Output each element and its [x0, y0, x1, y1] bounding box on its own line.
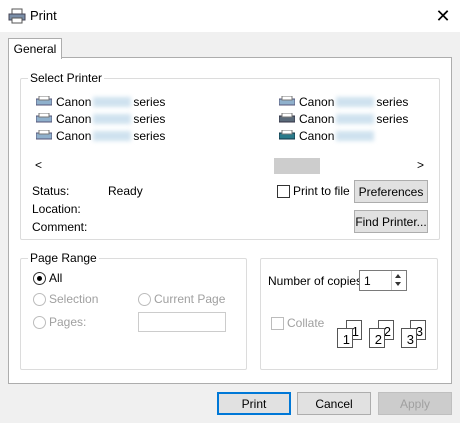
cancel-button[interactable]: Cancel — [297, 392, 371, 415]
print-to-file-label: Print to file — [293, 184, 350, 198]
printer-icon — [279, 130, 295, 140]
printer-name-suffix: series — [376, 95, 409, 109]
title-bar — [0, 0, 460, 32]
chevron-down-icon[interactable] — [395, 282, 401, 286]
chevron-up-icon[interactable] — [395, 274, 401, 278]
find-printer-button[interactable]: Find Printer... — [354, 210, 428, 233]
comment-label: Comment: — [32, 220, 88, 234]
apply-button[interactable]: Apply — [378, 392, 452, 415]
redacted-model — [93, 97, 132, 107]
printer-name-prefix: Canon — [56, 112, 92, 126]
close-button[interactable]: ✕ — [426, 0, 460, 32]
scroll-right-button[interactable]: > — [417, 158, 424, 172]
list-item[interactable]: Canon series — [279, 94, 408, 110]
preferences-button[interactable]: Preferences — [354, 180, 428, 203]
status-value: Ready — [108, 184, 143, 198]
printer-name-prefix: Canon — [56, 95, 92, 109]
scroll-left-button[interactable]: < — [35, 158, 42, 172]
stepper-buttons[interactable] — [391, 271, 406, 290]
selection-label: Selection — [49, 292, 99, 306]
all-label: All — [49, 271, 63, 285]
copies-value: 1 — [364, 274, 371, 288]
status-label: Status: — [32, 184, 70, 198]
collate-page-icon: 1 — [337, 328, 353, 348]
printer-icon — [279, 113, 295, 123]
print-button[interactable]: Print — [217, 392, 291, 415]
printer-icon — [279, 96, 295, 106]
pages-radio[interactable] — [33, 316, 46, 329]
collate-label: Collate — [287, 316, 325, 330]
printer-name-prefix: Canon — [299, 129, 335, 143]
scrollbar-thumb[interactable] — [274, 158, 320, 174]
pages-label: Pages: — [49, 315, 87, 329]
printer-name-suffix: series — [133, 129, 166, 143]
printer-icon — [36, 96, 52, 106]
location-label: Location: — [32, 202, 81, 216]
redacted-model — [93, 131, 132, 141]
redacted-model — [336, 114, 375, 124]
print-to-file-checkbox[interactable] — [277, 185, 290, 198]
printer-icon — [36, 113, 52, 123]
list-item[interactable]: Canon — [279, 128, 376, 144]
printer-name-prefix: Canon — [299, 112, 335, 126]
printer-name-suffix: series — [133, 112, 166, 126]
redacted-model — [93, 114, 132, 124]
window-title: Print — [30, 8, 57, 23]
list-item[interactable]: Canon series — [279, 111, 408, 127]
redacted-model — [336, 131, 375, 141]
select-printer-legend: Select Printer — [28, 71, 105, 85]
current-page-label: Current Page — [154, 292, 226, 306]
list-item[interactable]: Canon series — [36, 128, 165, 144]
printer-name-suffix: series — [376, 112, 409, 126]
selection-radio[interactable] — [33, 293, 46, 306]
horizontal-scrollbar[interactable] — [31, 158, 429, 174]
all-radio[interactable] — [33, 272, 46, 285]
printer-icon — [8, 8, 26, 24]
page-range-legend: Page Range — [28, 251, 99, 265]
copies-stepper[interactable]: 1 — [359, 270, 407, 291]
list-item[interactable]: Canon series — [36, 111, 165, 127]
printer-name-prefix: Canon — [299, 95, 335, 109]
current-page-radio[interactable] — [138, 293, 151, 306]
collate-checkbox[interactable] — [271, 317, 284, 330]
list-item[interactable]: Canon series — [36, 94, 165, 110]
pages-input[interactable] — [138, 312, 226, 332]
collate-page-icon: 2 — [369, 328, 385, 348]
redacted-model — [336, 97, 375, 107]
copies-label: Number of copies: — [268, 274, 366, 288]
printer-name-prefix: Canon — [56, 129, 92, 143]
printer-icon — [36, 130, 52, 140]
tab-general[interactable]: General — [8, 38, 62, 59]
printer-name-suffix: series — [133, 95, 166, 109]
collate-page-icon: 3 — [401, 328, 417, 348]
